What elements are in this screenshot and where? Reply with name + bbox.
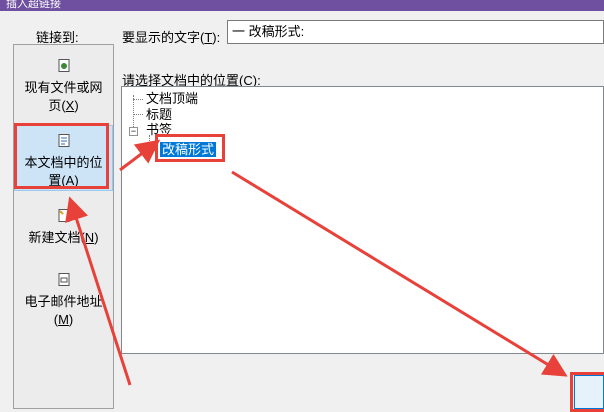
arrow-to-sidebar-icon [65, 196, 132, 386]
arrow-to-bookmark-icon [119, 139, 161, 172]
arrow-to-ok-button-icon [231, 170, 568, 377]
annotation-arrows [65, 139, 568, 386]
